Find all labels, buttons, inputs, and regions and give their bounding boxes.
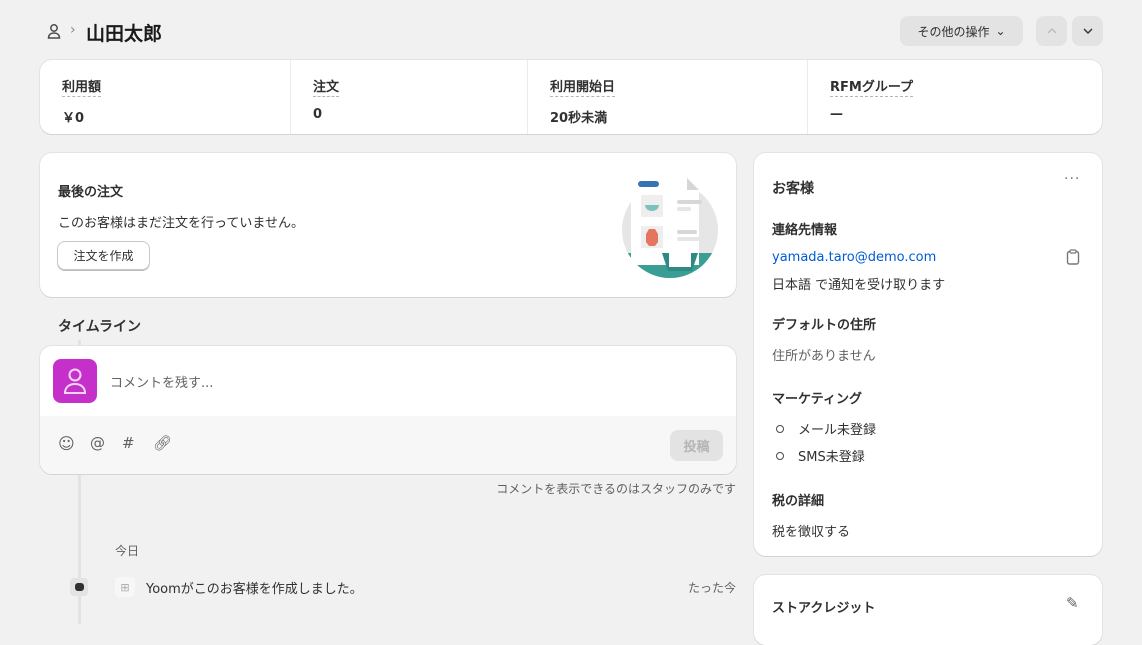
more-actions-label: その他の操作 <box>917 24 990 39</box>
chevron-up-icon <box>1047 28 1056 34</box>
stat-value: 0 <box>313 107 323 122</box>
page-title: 山田太郎 <box>86 23 163 45</box>
marketing-email-label: メール未登録 <box>798 423 877 438</box>
stat-customer-since[interactable]: 利用開始日 20秒未満 <box>528 60 808 134</box>
last-order-title: 最後の注文 <box>58 185 124 200</box>
marketing-sms-status: SMS未登録 <box>776 446 865 465</box>
address-heading: デフォルトの住所 <box>772 318 877 333</box>
next-customer-button[interactable] <box>1072 16 1103 46</box>
stat-label: RFMグループ <box>830 80 914 97</box>
store-credit-card: ストアクレジット ✎ <box>754 575 1102 645</box>
timeline-title: タイムライン <box>58 319 142 335</box>
customer-card-title: お客様 <box>772 181 814 197</box>
timeline-event-dot <box>70 578 88 596</box>
previous-customer-button[interactable] <box>1036 16 1067 46</box>
timeline-date: 今日 <box>115 544 140 558</box>
edit-pencil-icon[interactable]: ✎ <box>1066 594 1079 612</box>
no-orders-message: このお客様はまだ注文を行っていません。 <box>58 216 304 231</box>
notification-language: 日本語 で通知を受け取ります <box>772 278 946 293</box>
stat-label: 利用額 <box>62 80 102 97</box>
status-circle-icon <box>776 424 784 433</box>
stat-value: — <box>830 107 843 122</box>
stat-label: 利用開始日 <box>550 80 616 97</box>
contact-heading: 連絡先情報 <box>772 223 838 238</box>
copy-clipboard-icon[interactable] <box>1066 249 1080 269</box>
marketing-email-status: メール未登録 <box>776 419 876 438</box>
hashtag-icon[interactable]: # <box>122 434 135 452</box>
stat-rfm-group[interactable]: RFMグループ — <box>808 60 1102 134</box>
customer-card: お客様 ··· 連絡先情報 yamada.taro@demo.com 日本語 で… <box>754 153 1102 556</box>
stat-value: ￥0 <box>62 111 85 126</box>
post-button[interactable]: 投稿 <box>670 430 723 461</box>
store-credit-title: ストアクレジット <box>772 601 876 616</box>
stat-label: 注文 <box>313 80 340 97</box>
mention-icon[interactable]: @ <box>90 434 105 452</box>
app-icon: ⊞ <box>115 577 135 597</box>
marketing-sms-label: SMS未登録 <box>798 450 865 465</box>
customer-icon[interactable] <box>46 22 62 40</box>
create-order-button[interactable]: 注文を作成 <box>57 241 150 270</box>
emoji-icon[interactable]: ☺ <box>58 434 75 453</box>
marketing-heading: マーケティング <box>772 392 862 407</box>
stat-value: 20秒未満 <box>550 111 608 126</box>
comment-input[interactable]: コメントを残す... <box>110 372 710 391</box>
user-icon <box>63 368 87 394</box>
chevron-down-icon: ⌄ <box>995 24 1006 38</box>
stat-amount-spent[interactable]: 利用額 ￥0 <box>40 60 291 134</box>
tax-heading: 税の詳細 <box>772 494 825 509</box>
comment-box: コメントを残す... ☺ @ # 🔗︎ 投稿 <box>40 346 736 474</box>
staff-only-note: コメントを表示できるのはスタッフのみです <box>496 482 736 496</box>
avatar <box>53 359 97 403</box>
more-actions-button[interactable]: その他の操作 ⌄ <box>900 16 1023 46</box>
status-circle-icon <box>776 451 784 460</box>
comment-toolbar: ☺ @ # 🔗︎ 投稿 <box>40 416 736 474</box>
timeline-event-time: たった今 <box>687 581 736 595</box>
stats-bar: 利用額 ￥0 注文 0 利用開始日 20秒未満 RFMグループ — <box>40 60 1102 134</box>
more-options-icon[interactable]: ··· <box>1064 171 1080 187</box>
stat-orders[interactable]: 注文 0 <box>291 60 528 134</box>
empty-orders-illustration <box>622 178 718 278</box>
chevron-down-icon <box>1083 28 1092 34</box>
customer-email-link[interactable]: yamada.taro@demo.com <box>772 250 936 265</box>
last-order-card: 最後の注文 このお客様はまだ注文を行っていません。 注文を作成 <box>40 153 736 297</box>
attachment-icon[interactable]: 🔗︎ <box>153 434 172 452</box>
tax-status: 税を徴収する <box>772 525 851 540</box>
timeline-event-text: Yoomがこのお客様を作成しました。 <box>146 582 363 597</box>
breadcrumb-chevron-icon: › <box>70 22 76 38</box>
address-empty: 住所がありません <box>772 349 876 364</box>
